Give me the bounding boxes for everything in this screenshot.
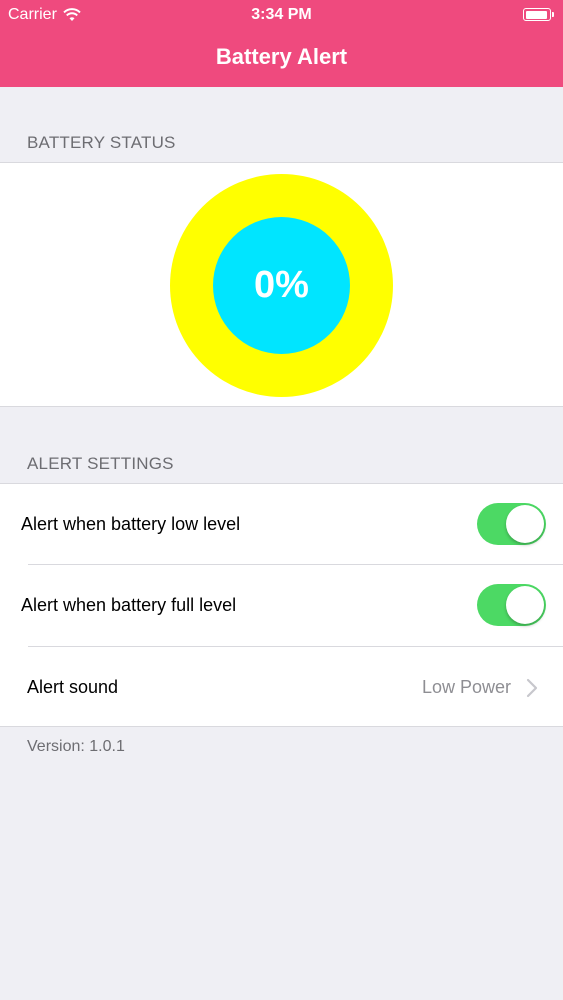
status-time: 3:34 PM bbox=[251, 6, 312, 23]
status-bar: Carrier 3:34 PM bbox=[0, 0, 563, 30]
full-level-alert-row: Alert when battery full level bbox=[0, 565, 563, 646]
battery-icon bbox=[523, 8, 554, 21]
battery-percent: 0% bbox=[254, 264, 309, 306]
low-level-alert-label: Alert when battery low level bbox=[21, 514, 241, 534]
full-level-alert-toggle[interactable] bbox=[477, 584, 546, 626]
alert-sound-value: Low Power bbox=[421, 677, 511, 697]
battery-status-header: BATTERY STATUS bbox=[27, 133, 176, 152]
battery-status-card: 0% bbox=[0, 162, 563, 407]
low-level-alert-row: Alert when battery low level bbox=[0, 484, 563, 565]
alert-sound-label: Alert sound bbox=[27, 677, 119, 697]
alert-settings-card: Alert when battery low level Alert when … bbox=[0, 483, 563, 727]
alert-settings-header: ALERT SETTINGS bbox=[27, 454, 174, 473]
chevron-right-icon bbox=[526, 678, 538, 697]
battery-gauge-center: 0% bbox=[213, 217, 350, 354]
battery-gauge-ring: 0% bbox=[170, 174, 393, 397]
full-level-alert-label: Alert when battery full level bbox=[21, 595, 237, 615]
toggle-knob bbox=[506, 586, 544, 624]
toggle-knob bbox=[506, 505, 544, 543]
alert-sound-row[interactable]: Alert sound Low Power bbox=[0, 647, 563, 728]
low-level-alert-toggle[interactable] bbox=[477, 503, 546, 545]
page-title: Battery Alert bbox=[215, 44, 348, 69]
nav-bar: Carrier 3:34 PM Battery Alert bbox=[0, 0, 563, 87]
version-label: Version: 1.0.1 bbox=[27, 738, 125, 755]
